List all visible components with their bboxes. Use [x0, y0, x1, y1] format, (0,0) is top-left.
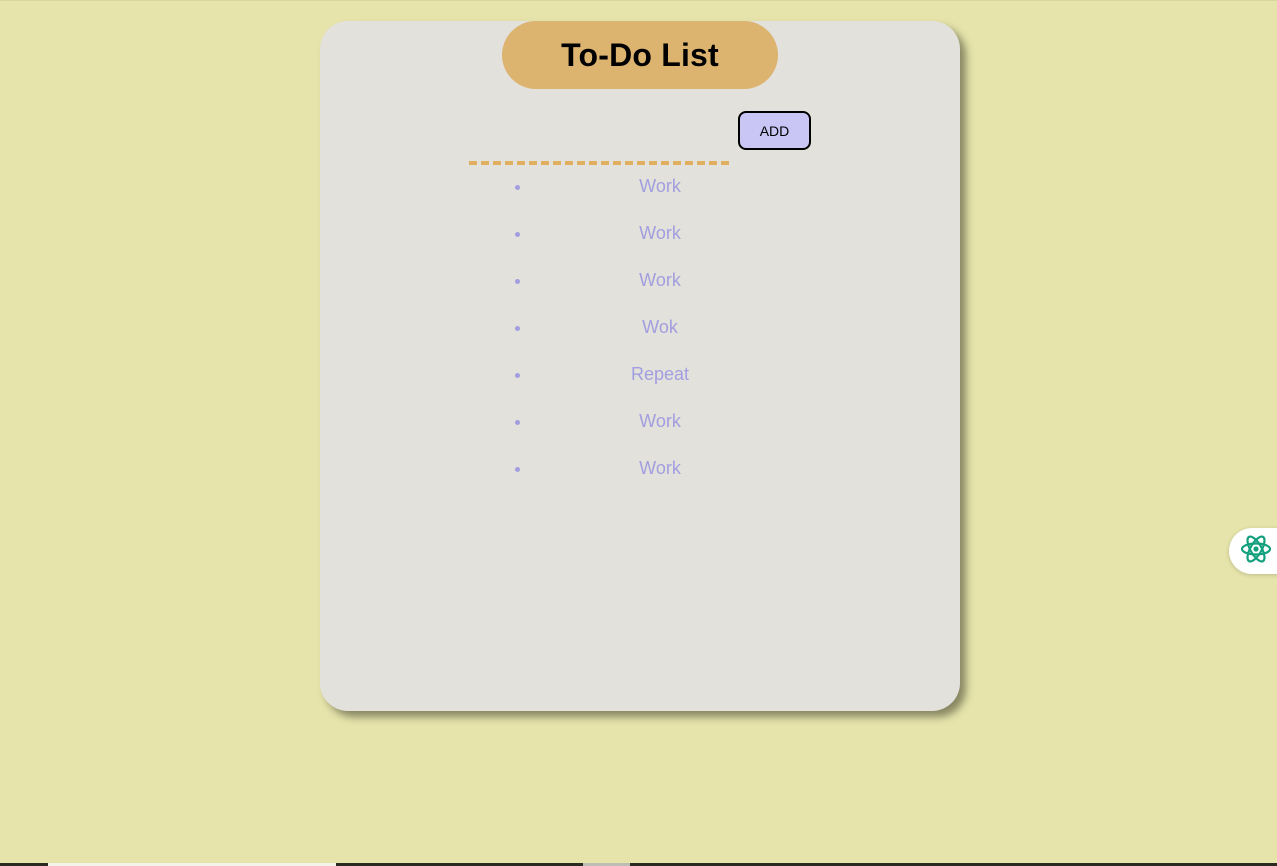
page-title: To-Do List [561, 36, 719, 73]
atom-icon [1239, 532, 1273, 571]
assistant-widget-button[interactable] [1229, 528, 1277, 574]
task-item[interactable]: Work [500, 445, 820, 492]
task-list: Work Work Work Wok Repeat Work Work [500, 163, 820, 492]
add-button[interactable]: ADD [738, 111, 811, 150]
todo-card: To-Do List ADD Work Work Work Wok Repeat… [320, 21, 960, 711]
task-item[interactable]: Repeat [500, 351, 820, 398]
task-item[interactable]: Work [500, 163, 820, 210]
top-edge-line [0, 0, 1277, 1]
task-item[interactable]: Work [500, 257, 820, 304]
title-pill: To-Do List [502, 21, 778, 89]
task-input[interactable] [469, 131, 729, 165]
task-item[interactable]: Work [500, 398, 820, 445]
task-item[interactable]: Wok [500, 304, 820, 351]
task-item[interactable]: Work [500, 210, 820, 257]
